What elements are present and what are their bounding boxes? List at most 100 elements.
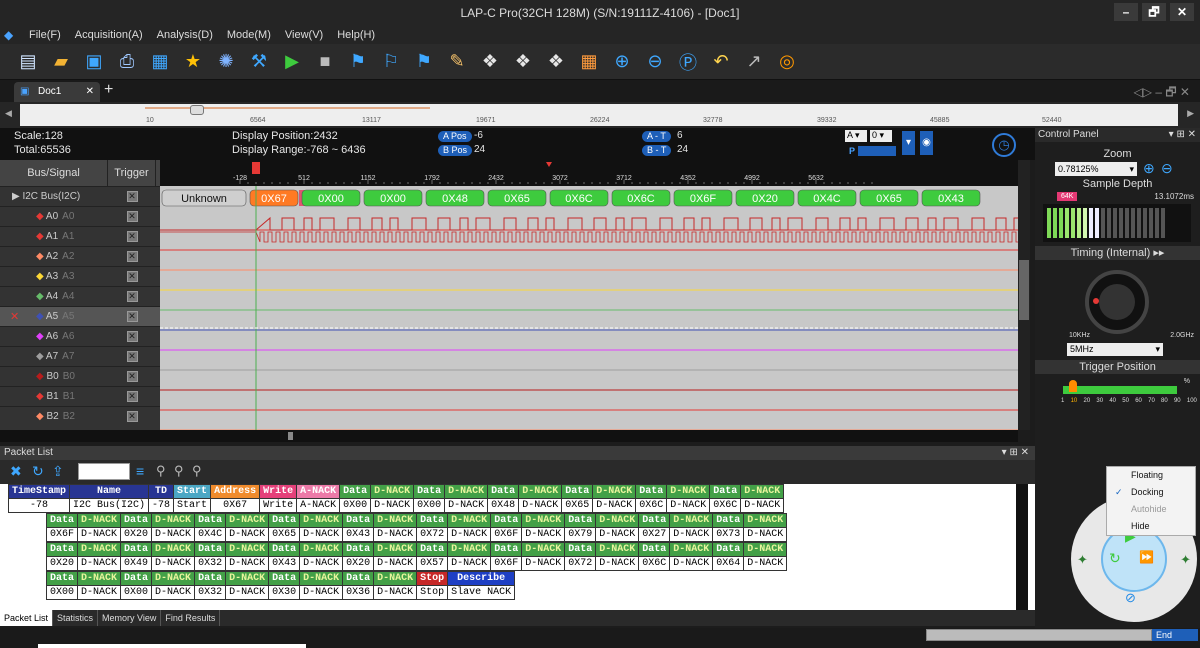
- memory-icon[interactable]: ▦: [575, 48, 603, 76]
- overview-thumb[interactable]: [190, 105, 204, 115]
- waveform-area[interactable]: -128 512 1152 1792 2432 3072 3712 4352 4992 5632 U…: [160, 160, 1023, 431]
- packet-row[interactable]: -78 I2C Bus(I2C) -78 Start 0X67 Write A-NACK 0X…: [7, 498, 785, 513]
- tab-find-results[interactable]: Find Results: [161, 610, 221, 626]
- menu-analysis[interactable]: Analysis(D): [150, 29, 220, 41]
- save-icon[interactable]: ▣: [80, 48, 108, 76]
- add-tab-button[interactable]: +: [104, 81, 113, 99]
- trigger-toggle-icon[interactable]: ✕: [126, 411, 138, 422]
- trigger-toggle-icon[interactable]: ✕: [126, 391, 138, 402]
- scroll-left-icon[interactable]: ◀: [5, 108, 12, 119]
- packet-search-input[interactable]: [78, 463, 130, 480]
- trigger-cell[interactable]: ✕: [108, 251, 156, 262]
- signal-row[interactable]: ✕ ◆ A5 A5 ✕: [0, 306, 160, 326]
- tab-memory-view[interactable]: Memory View: [98, 610, 162, 626]
- stop-icon[interactable]: ■: [311, 48, 339, 76]
- trigger-cell[interactable]: ✕: [108, 311, 156, 322]
- remove-signal-icon[interactable]: ✕: [10, 310, 19, 323]
- restore-button[interactable]: 🗗: [1142, 3, 1166, 21]
- trigger-cell[interactable]: ✕: [108, 331, 156, 342]
- signal-row[interactable]: ◆ A4 A4 ✕: [0, 286, 160, 306]
- trigger-cell[interactable]: ✕: [108, 191, 156, 202]
- waveform-vscroll[interactable]: [1018, 160, 1030, 430]
- minimize-button[interactable]: –: [1114, 3, 1138, 21]
- trigger-toggle-icon[interactable]: ✕: [126, 371, 138, 382]
- marker-tool-icon[interactable]: ◉: [920, 131, 933, 155]
- tools-icon[interactable]: ⚒: [245, 48, 273, 76]
- signal-row[interactable]: ◆ A0 A0 ✕: [0, 206, 160, 226]
- overview-ruler[interactable]: ◀ 10 6564 13117 19671 26224 32778 39332 …: [0, 102, 1200, 128]
- signal-row[interactable]: ◆ A2 A2 ✕: [0, 246, 160, 266]
- open-folder-icon[interactable]: ▰: [47, 48, 75, 76]
- cursor-tool-icon[interactable]: ▾: [902, 131, 915, 155]
- cursor-flag-icon[interactable]: ⚐: [377, 48, 405, 76]
- list-settings-icon[interactable]: ≡: [136, 463, 144, 479]
- trigger-slider-track[interactable]: [1063, 386, 1177, 394]
- stop-small-icon[interactable]: ⊘: [1125, 590, 1136, 606]
- repeat-icon[interactable]: ↻: [1109, 550, 1121, 567]
- menu-hide[interactable]: Hide: [1107, 518, 1195, 535]
- frequency-knob[interactable]: [1085, 270, 1149, 334]
- trigger-toggle-icon[interactable]: ✕: [126, 251, 138, 262]
- trigger-cell[interactable]: ✕: [108, 411, 156, 422]
- panel-pin-icon[interactable]: ▾ ⊞ ✕: [1169, 128, 1200, 142]
- menu-file[interactable]: File(F): [22, 29, 68, 41]
- find-next-icon[interactable]: ⚲: [192, 463, 202, 479]
- signal-row[interactable]: ◆ A6 A6 ✕: [0, 326, 160, 346]
- signal-list-scroll[interactable]: [0, 430, 160, 442]
- expand-bus-icon[interactable]: ▶: [12, 191, 22, 202]
- trigger-cell[interactable]: ✕: [108, 351, 156, 362]
- menu-autohide[interactable]: Autohide: [1107, 501, 1195, 518]
- cursor-b-select[interactable]: 0 ▾: [870, 130, 892, 142]
- packet-row[interactable]: 0X20 D-NACK 0X49 D-NACK 0X32 D-NACK 0X43 D-NACK…: [45, 556, 788, 571]
- star-icon[interactable]: ★: [179, 48, 207, 76]
- trigger-toggle-icon[interactable]: ✕: [126, 271, 138, 282]
- menu-floating[interactable]: Floating: [1107, 467, 1195, 484]
- waveform-canvas[interactable]: -128 512 1152 1792 2432 3072 3712 4352 4992 5632U…: [160, 160, 1023, 431]
- trigger-cell[interactable]: ✕: [108, 231, 156, 242]
- menu-help[interactable]: Help(H): [330, 29, 382, 41]
- menu-docking[interactable]: ✓ Docking: [1107, 484, 1195, 501]
- lifebuoy-icon[interactable]: ◎: [773, 48, 801, 76]
- packet-row[interactable]: 0X00 D-NACK 0X00 D-NACK 0X32 D-NACK 0X30 D-NACK…: [45, 585, 516, 600]
- close-button[interactable]: ✕: [1170, 3, 1194, 21]
- trigger-cell[interactable]: ✕: [108, 391, 156, 402]
- fast-forward-icon[interactable]: ⏩: [1139, 550, 1154, 564]
- trigger-toggle-icon[interactable]: ✕: [126, 311, 138, 322]
- signal-row[interactable]: ◆ B1 B1 ✕: [0, 386, 160, 406]
- protocol-icon[interactable]: ❖: [509, 48, 537, 76]
- overview-track[interactable]: 10 6564 13117 19671 26224 32778 39332 45…: [20, 104, 1178, 126]
- menu-acquisition[interactable]: Acquisition(A): [68, 29, 150, 41]
- packet-vscroll[interactable]: [1016, 484, 1028, 610]
- trigger-toggle-icon[interactable]: ✕: [126, 331, 138, 342]
- signal-row[interactable]: ◆ B2 B2 ✕: [0, 406, 160, 426]
- undo-icon[interactable]: ↶: [707, 48, 735, 76]
- zoom-out-icon[interactable]: ⊖: [641, 48, 669, 76]
- signal-row[interactable]: ▶ I2C Bus(I2C) ✕: [0, 186, 160, 206]
- left-tool-icon[interactable]: ✦: [1077, 552, 1088, 568]
- trigger-toggle-icon[interactable]: ✕: [126, 191, 138, 202]
- analyze-icon[interactable]: ❖: [542, 48, 570, 76]
- right-tool-icon[interactable]: ✦: [1180, 552, 1191, 568]
- frequency-select[interactable]: 5MHz ▾: [1067, 343, 1163, 356]
- clear-icon[interactable]: ✖: [10, 463, 22, 480]
- cursor-a-select[interactable]: A ▾: [845, 130, 867, 142]
- cursor-add-icon[interactable]: ⚑: [344, 48, 372, 76]
- refresh-icon[interactable]: ↻: [32, 463, 44, 480]
- zoom-select[interactable]: 0.78125% ▾: [1055, 162, 1137, 176]
- tab-packet-list[interactable]: Packet List: [0, 610, 54, 626]
- find-prev-icon[interactable]: ⚲: [174, 463, 184, 479]
- zoom-in-icon[interactable]: ⊕: [608, 48, 636, 76]
- find-icon[interactable]: ⚲: [156, 463, 166, 479]
- signal-row[interactable]: ◆ A1 A1 ✕: [0, 226, 160, 246]
- tab-close-icon[interactable]: ✕: [86, 82, 94, 102]
- scroll-right-icon[interactable]: ▶: [1187, 108, 1194, 119]
- clock-icon[interactable]: ◷: [992, 133, 1016, 157]
- packet-row[interactable]: 0X6F D-NACK 0X20 D-NACK 0X4C D-NACK 0X65 D-NACK…: [45, 527, 788, 542]
- trigger-cell[interactable]: ✕: [108, 211, 156, 222]
- zoom-fit-icon[interactable]: Ⓟ: [674, 48, 702, 76]
- trigger-toggle-icon[interactable]: ✕: [126, 231, 138, 242]
- packet-panel-controls-icon[interactable]: ▾ ⊞ ✕: [1002, 446, 1029, 460]
- print-icon[interactable]: ⎙: [113, 48, 141, 76]
- depth-meter[interactable]: [1043, 204, 1191, 242]
- tab-nav-icons[interactable]: ◁▷ – 🗗 ✕: [1134, 83, 1190, 104]
